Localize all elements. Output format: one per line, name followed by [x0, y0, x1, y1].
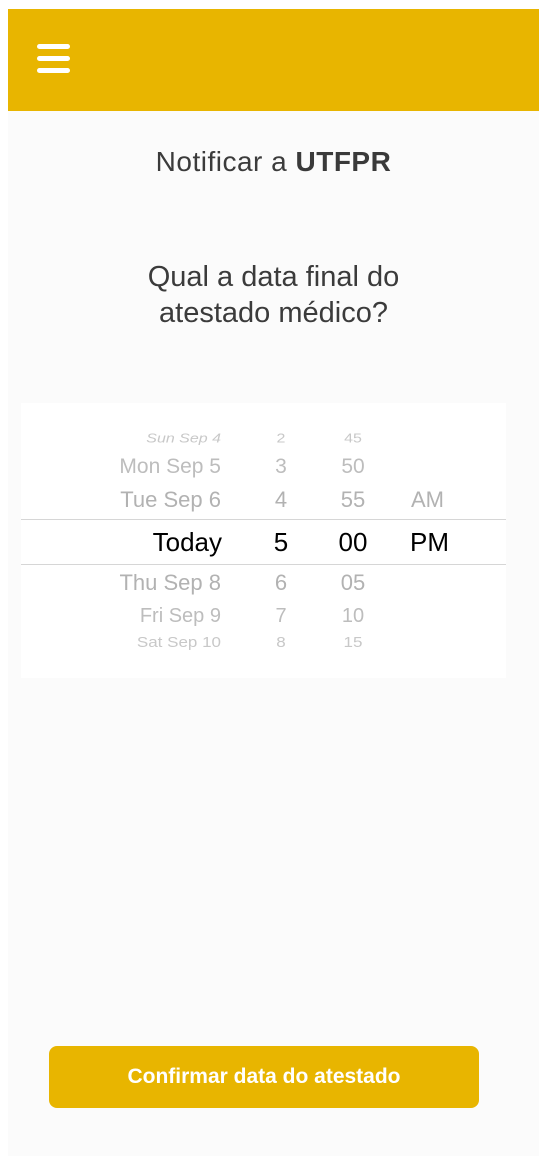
date-option[interactable]: Tue Sep 6: [120, 489, 221, 511]
hour-option[interactable]: 8: [266, 635, 296, 649]
minute-selected[interactable]: 00: [331, 529, 375, 555]
date-time-picker[interactable]: Sun Sep 4 Mon Sep 5 Tue Sep 6 Today Thu …: [21, 403, 506, 678]
title-prefix: Notificar a: [155, 146, 296, 177]
minute-option[interactable]: 15: [333, 635, 373, 649]
hour-option[interactable]: 2: [266, 432, 296, 445]
question-text: Qual a data final do atestado médico?: [147, 261, 400, 329]
minute-option[interactable]: 10: [333, 606, 373, 626]
hour-option[interactable]: 6: [266, 572, 296, 594]
hour-option[interactable]: 4: [266, 489, 296, 511]
app-screen: Notificar a UTFPR Qual a data final do a…: [8, 9, 539, 1156]
date-option[interactable]: Sat Sep 10: [137, 635, 221, 649]
period-selected[interactable]: PM: [410, 529, 449, 555]
date-option[interactable]: Mon Sep 5: [119, 456, 221, 477]
hour-selected[interactable]: 5: [266, 529, 296, 555]
date-option[interactable]: Sun Sep 4: [146, 432, 221, 445]
title-org: UTFPR: [295, 146, 392, 177]
date-option[interactable]: Thu Sep 8: [119, 572, 221, 594]
hour-option[interactable]: 7: [266, 606, 296, 626]
top-bar: [8, 9, 539, 111]
date-selected[interactable]: Today: [153, 529, 222, 555]
page-title: Notificar a UTFPR: [8, 146, 539, 178]
selection-bottom-line: [21, 564, 506, 565]
selection-top-line: [21, 519, 506, 520]
minute-option[interactable]: 55: [333, 489, 373, 511]
minute-option[interactable]: 45: [333, 432, 373, 445]
period-option[interactable]: AM: [411, 489, 444, 511]
hour-option[interactable]: 3: [266, 456, 296, 477]
minute-option[interactable]: 50: [333, 456, 373, 477]
minute-option[interactable]: 05: [333, 572, 373, 594]
date-option[interactable]: Fri Sep 9: [140, 606, 221, 626]
confirm-date-button[interactable]: Confirmar data do atestado: [49, 1046, 479, 1108]
hamburger-menu-icon[interactable]: [34, 41, 74, 81]
